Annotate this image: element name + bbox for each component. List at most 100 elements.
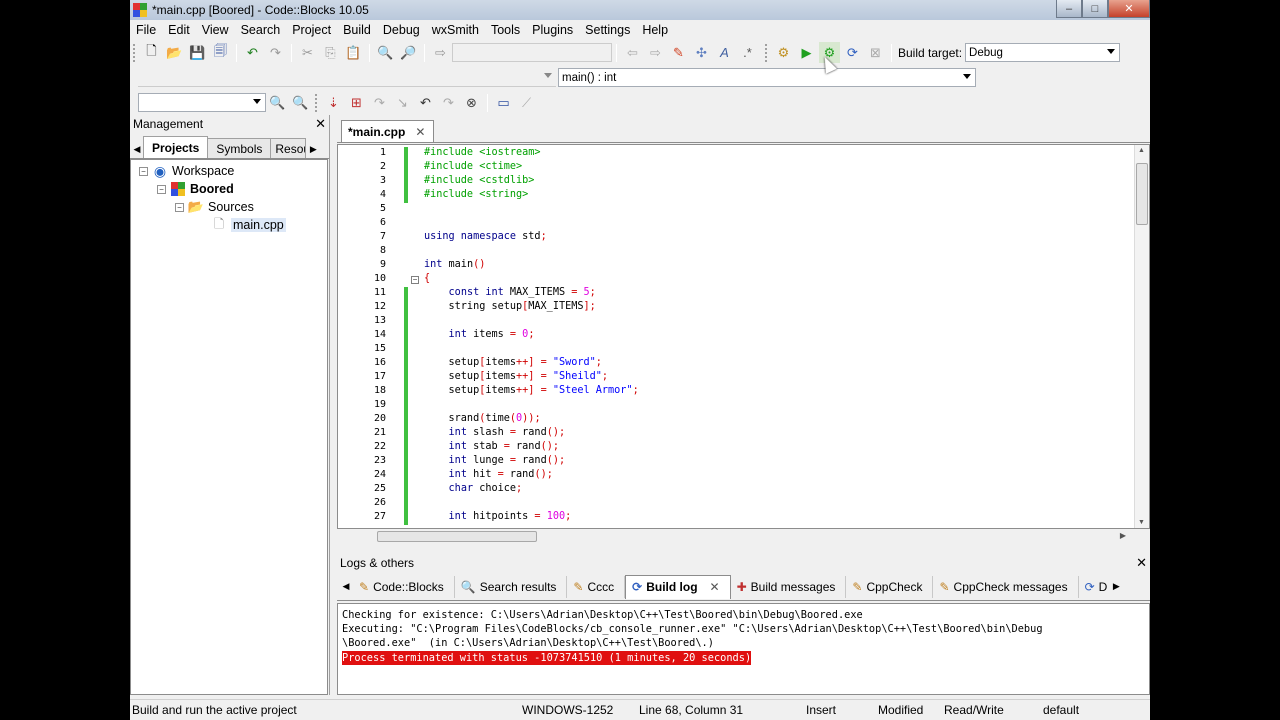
code-line[interactable]: #include <ctime>	[424, 161, 522, 172]
menu-debug[interactable]: Debug	[377, 20, 426, 40]
menu-search[interactable]: Search	[235, 20, 287, 40]
find-next-icon[interactable]: 🔍	[267, 92, 288, 113]
redo-icon[interactable]: ↷	[265, 42, 286, 63]
code-line[interactable]: #include <cstdlib>	[424, 175, 534, 186]
log-tab-cppcheckmessages[interactable]: ✎ CppCheck messages	[933, 575, 1079, 598]
code-line[interactable]: srand(time(0));	[424, 413, 541, 424]
collapse-icon[interactable]: −	[175, 202, 184, 212]
code-line[interactable]: int lunge = rand();	[424, 455, 566, 466]
code-line[interactable]: int main()	[424, 259, 485, 270]
menu-plugins[interactable]: Plugins	[526, 20, 579, 40]
menu-view[interactable]: View	[196, 20, 235, 40]
code-line[interactable]: char choice;	[424, 483, 523, 494]
log-tab-cppcheck[interactable]: ✎ CppCheck	[846, 575, 934, 598]
minimize-button[interactable]: –	[1056, 0, 1082, 18]
scope-select[interactable]	[138, 68, 556, 87]
paste-icon[interactable]: 📋	[343, 42, 364, 63]
step-into-icon[interactable]: ↘	[392, 92, 413, 113]
step-out-icon[interactable]: ↶	[415, 92, 436, 113]
find-prev-icon[interactable]: 🔍	[290, 92, 311, 113]
new-file-icon[interactable]: 🗋	[141, 42, 162, 63]
run-icon[interactable]: ▶	[796, 42, 817, 63]
scroll-up-icon[interactable]: ▲	[1138, 147, 1145, 154]
code-line[interactable]: setup[items++] = "Sword";	[424, 357, 602, 368]
close-icon[interactable]: ✕	[1136, 555, 1147, 571]
code-line[interactable]: int hitpoints = 100;	[424, 511, 572, 522]
code-line[interactable]: int slash = rand();	[424, 427, 566, 438]
log-tab-codeblocks[interactable]: ✎ Code::Blocks	[353, 575, 455, 598]
code-line[interactable]: setup[items++] = "Steel Armor";	[424, 385, 639, 396]
open-file-icon[interactable]: 📂	[164, 42, 185, 63]
code-line[interactable]: #include <iostream>	[424, 147, 541, 158]
fold-marker-icon[interactable]: −	[411, 276, 419, 284]
menu-edit[interactable]: Edit	[162, 20, 196, 40]
code-line[interactable]: int stab = rand();	[424, 441, 559, 452]
next-instruction-icon[interactable]: ↷	[438, 92, 459, 113]
code-line[interactable]: {	[424, 273, 430, 284]
tab-symbols[interactable]: Symbols	[207, 138, 272, 158]
code-line[interactable]: using namespace std;	[424, 231, 547, 242]
code-line[interactable]: #include <string>	[424, 189, 528, 200]
code-line[interactable]: string setup[MAX_ITEMS];	[424, 301, 596, 312]
toggle-bookmark-icon[interactable]: ✣	[691, 42, 712, 63]
rebuild-icon[interactable]: ⟳	[842, 42, 863, 63]
collapse-icon[interactable]: −	[157, 184, 166, 194]
editor-tab-main-cpp[interactable]: *main.cpp ✕	[341, 120, 435, 142]
log-tab-searchresults[interactable]: 🔍 Search results	[455, 575, 568, 598]
menu-project[interactable]: Project	[286, 20, 337, 40]
menu-help[interactable]: Help	[636, 20, 674, 40]
h-scroll-thumb[interactable]	[377, 531, 537, 542]
search-combo[interactable]	[452, 43, 612, 62]
log-tab-buildlog[interactable]: ⟳ Build log ✕	[625, 574, 731, 599]
horizontal-scrollbar[interactable]: ▶	[337, 529, 1150, 544]
code-editor[interactable]: 1 2 3 4 5 6 7 8 9 10−11 12 13 14 15 16 17 18 19 20 21 22 23 24…	[337, 144, 1150, 529]
copy-icon[interactable]: ⎘	[320, 42, 341, 63]
log-tab-d[interactable]: ⟳ D	[1079, 576, 1110, 598]
debug-info-icon[interactable]: ⟋	[516, 92, 537, 113]
abort-icon[interactable]: ⊠	[865, 42, 886, 63]
tab-scroll-right-icon[interactable]: ▶	[306, 140, 320, 158]
function-select[interactable]: main() : int	[558, 68, 976, 87]
find-icon[interactable]: 🔍	[375, 42, 396, 63]
close-tab-icon[interactable]: ✕	[415, 125, 425, 139]
cut-icon[interactable]: ✂	[297, 42, 318, 63]
log-tab-cccc[interactable]: ✎ Cccc	[567, 575, 626, 598]
back-icon[interactable]: ⇦	[622, 42, 643, 63]
code-line[interactable]: int hit = rand();	[424, 469, 553, 480]
highlight-icon[interactable]: ✎	[668, 42, 689, 63]
font-icon[interactable]: A	[714, 42, 735, 63]
close-tab-icon[interactable]: ✕	[710, 580, 720, 594]
menu-settings[interactable]: Settings	[579, 20, 636, 40]
tab-projects[interactable]: Projects	[143, 136, 209, 158]
tab-scroll-left-icon[interactable]: ◀	[339, 578, 353, 596]
save-icon[interactable]: 💾	[187, 42, 208, 63]
debug-search-combo[interactable]	[138, 93, 266, 112]
menu-file[interactable]: File	[130, 20, 162, 40]
log-tab-buildmessages[interactable]: ✚ Build messages	[731, 575, 847, 598]
tree-workspace[interactable]: − ◉ Workspace	[139, 162, 234, 180]
scroll-down-icon[interactable]: ▼	[1138, 519, 1145, 526]
maximize-button[interactable]: □	[1082, 0, 1108, 18]
tab-resources[interactable]: Resou	[270, 138, 307, 158]
menu-build[interactable]: Build	[337, 20, 377, 40]
tree-file-main-cpp[interactable]: 🗋 main.cpp	[211, 216, 286, 234]
tab-scroll-left-icon[interactable]: ◀	[130, 140, 144, 158]
scroll-thumb[interactable]	[1136, 163, 1148, 225]
close-icon[interactable]: ✕	[315, 116, 326, 132]
tree-project[interactable]: − Boored	[157, 180, 234, 198]
stop-debugger-icon[interactable]: ⊗	[461, 92, 482, 113]
forward-icon[interactable]: ⇨	[645, 42, 666, 63]
jump-icon[interactable]: ⇨	[430, 42, 451, 63]
next-line-icon[interactable]: ↷	[369, 92, 390, 113]
menu-tools[interactable]: Tools	[485, 20, 526, 40]
tab-scroll-right-icon[interactable]: ▶	[1109, 578, 1123, 596]
replace-icon[interactable]: 🔎	[398, 42, 419, 63]
build-target-select[interactable]: Debug	[965, 43, 1121, 62]
debug-start-icon[interactable]: ⇣	[323, 92, 344, 113]
menu-wxsmith[interactable]: wxSmith	[426, 20, 485, 40]
collapse-icon[interactable]: −	[139, 166, 148, 176]
run-to-cursor-icon[interactable]: ⊞	[346, 92, 367, 113]
debug-windows-icon[interactable]: ▭	[493, 92, 514, 113]
scroll-right-icon[interactable]: ▶	[1120, 531, 1126, 540]
build-icon[interactable]: ⚙	[773, 42, 794, 63]
